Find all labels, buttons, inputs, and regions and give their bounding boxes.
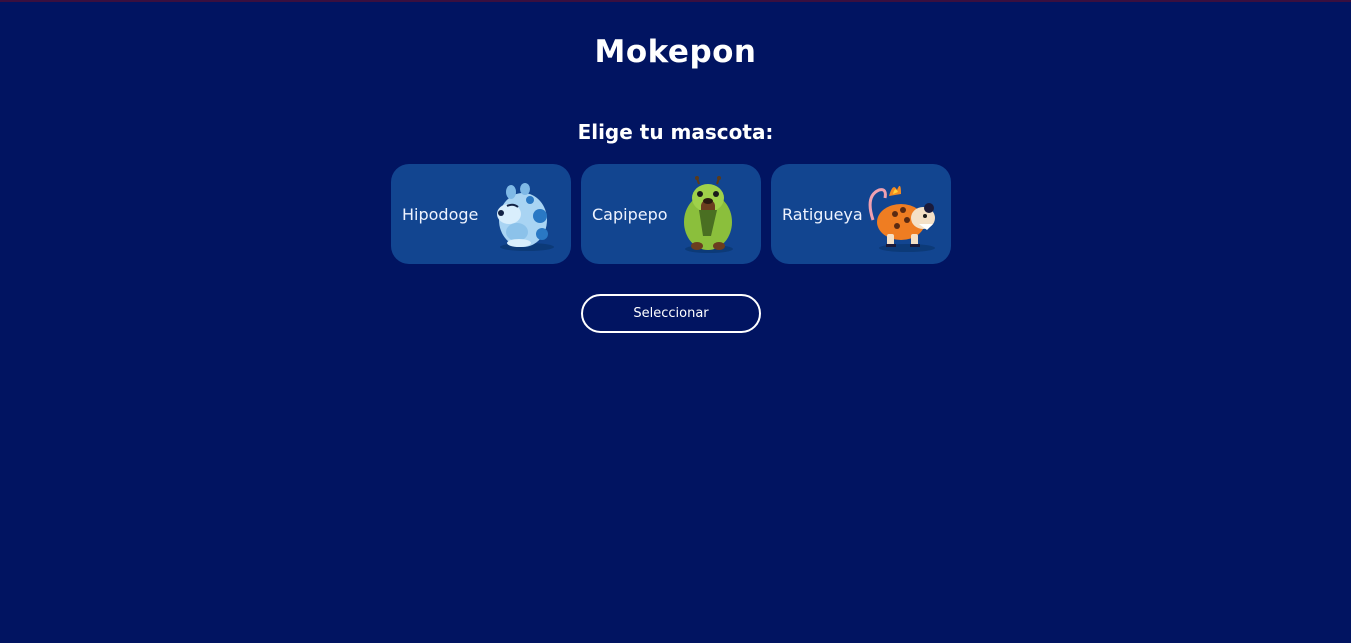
pet-name: Ratigueya (782, 205, 863, 224)
select-pet-button[interactable]: Seleccionar (581, 294, 761, 333)
page-title: Mokepon (594, 34, 757, 70)
top-border (0, 0, 1351, 2)
pet-name: Capipepo (592, 205, 668, 224)
pet-card-hipodoge[interactable]: Hipodoge (391, 164, 571, 264)
pet-list: Hipodoge Capipepo Ratigueya (391, 164, 951, 264)
pet-prompt: Elige tu mascota: (577, 120, 774, 144)
capipepo-icon (684, 176, 733, 253)
pet-name: Hipodoge (402, 205, 479, 224)
pet-card-ratigueya[interactable]: Ratigueya (771, 164, 951, 264)
page: Mokepon Elige tu mascota: Hipodoge Capip… (0, 0, 1351, 643)
ratigueya-icon (868, 185, 935, 252)
hipodoge-icon (497, 183, 554, 251)
pet-card-capipepo[interactable]: Capipepo (581, 164, 761, 264)
